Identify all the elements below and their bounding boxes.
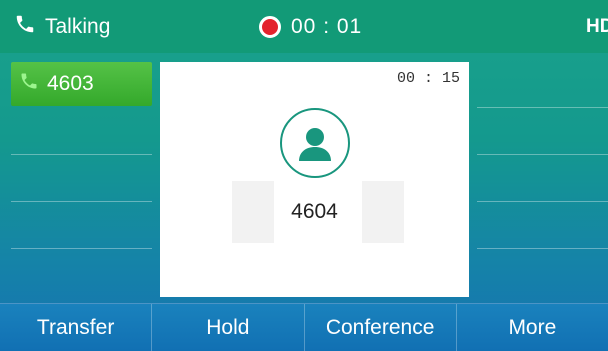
line-key-4603[interactable]: 4603 (11, 62, 152, 106)
record-icon[interactable] (259, 15, 281, 38)
status-bar: Talking 00 : 01 HD (0, 0, 608, 53)
line-key-divider (11, 154, 152, 155)
contact-avatar-icon (280, 108, 350, 178)
line-key-divider (11, 248, 152, 249)
call-timer-value: 00 : 01 (291, 14, 363, 38)
line-keys: 4603 (11, 62, 152, 297)
call-card: 00 : 15 4604 (160, 62, 469, 297)
call-timer: 00 : 01 (259, 0, 362, 53)
phone-icon (14, 13, 36, 41)
call-state-label: Talking (45, 14, 111, 38)
hd-audio-badge: HD (586, 15, 608, 37)
callee-number: 4604 (291, 200, 338, 223)
right-line-keys (477, 62, 608, 297)
line-key-label: 4603 (47, 72, 94, 95)
line-key-divider (477, 248, 608, 249)
more-button[interactable]: More (457, 304, 608, 351)
phone-icon (19, 71, 39, 97)
call-duration: 00 : 15 (396, 70, 460, 87)
line-key-divider (11, 201, 152, 202)
conference-button[interactable]: Conference (305, 304, 457, 351)
line-key-divider (477, 201, 608, 202)
line-key-divider (477, 107, 608, 108)
line-key-divider (477, 154, 608, 155)
softkey-bar: Transfer Hold Conference More (0, 303, 608, 351)
transfer-button[interactable]: Transfer (0, 304, 153, 351)
call-state: Talking (14, 0, 110, 53)
hold-button[interactable]: Hold (152, 304, 305, 351)
